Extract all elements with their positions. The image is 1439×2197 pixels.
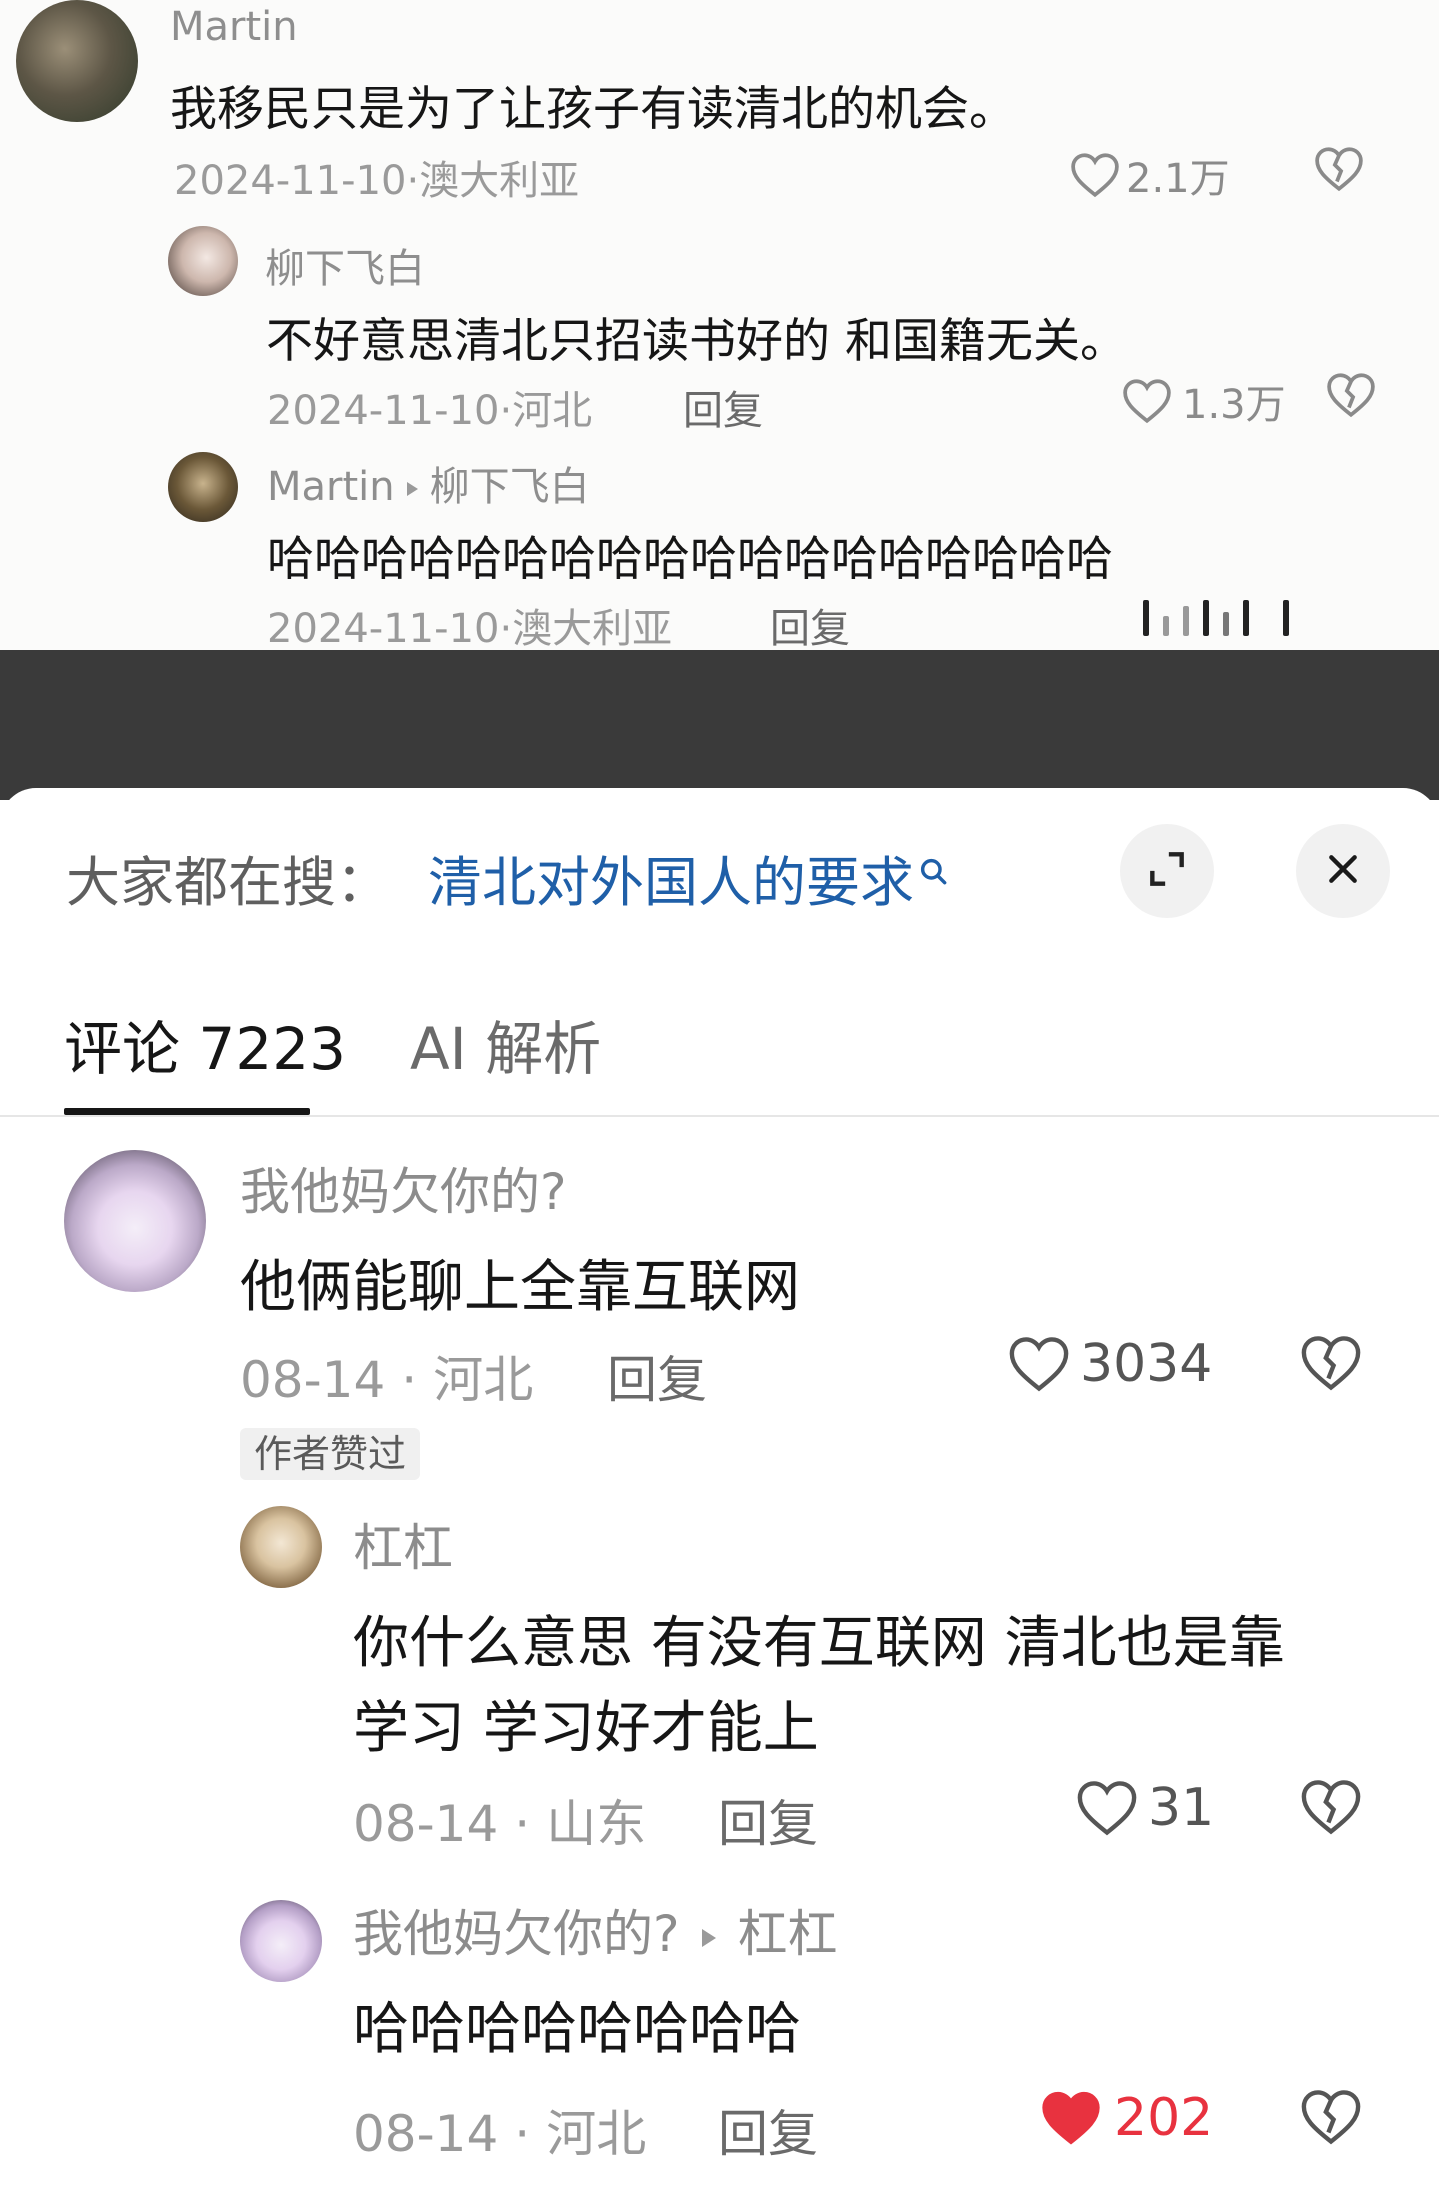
reply-date: 2024-11-10 — [267, 388, 500, 434]
like-count: 31 — [1148, 1778, 1215, 1838]
heart-icon — [1008, 1335, 1070, 1393]
close-icon — [1323, 849, 1363, 893]
reply-username[interactable]: 我他妈欠你的? — [353, 1905, 680, 1963]
avatar[interactable] — [64, 1150, 206, 1292]
reply-location: 山东 — [546, 1795, 647, 1853]
active-tab-indicator — [64, 1108, 310, 1115]
meta-separator: · — [514, 2105, 531, 2163]
reply-button[interactable]: 回复 — [718, 1784, 818, 1856]
comment-text: 我移民只是为了让孩子有读清北的机会。 — [170, 82, 1016, 137]
comment-location: 河北 — [433, 1351, 534, 1409]
like-button[interactable]: 3034 — [1008, 1334, 1212, 1394]
like-button[interactable]: 31 — [1076, 1778, 1214, 1838]
comment-text: 他俩能聊上全靠互联网 — [240, 1255, 800, 1320]
comment-meta: 08-14 · 河北 — [240, 1340, 533, 1412]
reply-username-line: 我他妈欠你的? 杠杠 — [353, 1894, 838, 1966]
comment-date: 2024-11-10 — [174, 158, 407, 204]
reply-arrow-icon — [701, 1928, 716, 1947]
comment-username[interactable]: Martin — [170, 4, 298, 50]
reply-meta: 2024-11-10·澳大利亚 — [267, 596, 672, 650]
reply-username[interactable]: Martin — [267, 464, 395, 510]
dislike-icon[interactable] — [1300, 1778, 1362, 1836]
close-button[interactable] — [1296, 824, 1390, 918]
like-button[interactable]: 202 — [1040, 2088, 1213, 2148]
reply-username[interactable]: 杠杠 — [353, 1508, 453, 1580]
heart-icon — [1076, 1779, 1138, 1837]
reply-location: 澳大利亚 — [512, 606, 673, 650]
reply-location: 河北 — [546, 2105, 647, 2163]
reply-arrow-icon — [406, 482, 418, 496]
meta-separator: · — [499, 388, 513, 434]
reply-button[interactable]: 回复 — [607, 1340, 707, 1412]
embedded-comment-thread: Martin 我移民只是为了让孩子有读清北的机会。 2024-11-10·澳大利… — [0, 0, 1439, 650]
like-count: 3034 — [1080, 1334, 1213, 1394]
meta-separator: · — [401, 1351, 418, 1409]
avatar[interactable] — [16, 0, 138, 122]
like-button[interactable]: 1.3万 — [1122, 372, 1286, 430]
meta-separator: · — [499, 606, 513, 650]
comment-sheet: 大家都在搜： 清北对外国人的要求 评论 7223 AI 解析 我他妈欠你的? 他… — [0, 788, 1439, 2197]
audio-wave-icon — [1143, 600, 1289, 636]
reply-text: 哈哈哈哈哈哈哈哈 — [353, 1997, 801, 2062]
reply-button[interactable]: 回复 — [718, 2094, 818, 2166]
avatar[interactable] — [240, 1900, 322, 1982]
dislike-icon[interactable] — [1300, 1334, 1362, 1392]
search-suggestion-prefix: 大家都在搜： — [66, 851, 390, 914]
reply-button[interactable]: 回复 — [683, 378, 763, 436]
comment-date: 08-14 — [240, 1351, 386, 1409]
overlay-background — [0, 650, 1439, 800]
like-count: 2.1万 — [1126, 156, 1230, 202]
reply-to-username[interactable]: 杠杠 — [738, 1905, 838, 1963]
reply-text: 哈哈哈哈哈哈哈哈哈哈哈哈哈哈哈哈哈哈 — [267, 532, 1113, 587]
meta-separator: · — [514, 1795, 531, 1853]
avatar[interactable] — [168, 452, 238, 522]
reply-meta: 2024-11-10·河北 — [267, 378, 592, 436]
meta-separator: · — [406, 158, 420, 204]
heart-icon — [1040, 2089, 1102, 2147]
comment-username[interactable]: 我他妈欠你的? — [240, 1152, 567, 1224]
comment-location: 澳大利亚 — [419, 158, 580, 204]
dislike-icon[interactable] — [1300, 2088, 1362, 2146]
reply-text: 不好意思清北只招读书好的 和国籍无关。 — [266, 314, 1127, 369]
like-count: 1.3万 — [1182, 382, 1286, 428]
reply-date: 08-14 — [353, 2105, 499, 2163]
reply-date: 2024-11-10 — [267, 606, 500, 650]
author-liked-badge: 作者赞过 — [240, 1428, 421, 1480]
tab-comments[interactable]: 评论 7223 — [64, 1002, 346, 1086]
avatar[interactable] — [240, 1506, 322, 1588]
comment-meta: 2024-11-10·澳大利亚 — [174, 148, 579, 206]
reply-location: 河北 — [512, 388, 593, 434]
expand-icon — [1145, 847, 1189, 895]
dislike-icon[interactable] — [1326, 372, 1376, 418]
reply-username[interactable]: 柳下飞白 — [265, 236, 425, 294]
reply-date: 08-14 — [353, 1795, 499, 1853]
like-button[interactable]: 2.1万 — [1070, 146, 1230, 204]
avatar[interactable] — [168, 226, 238, 296]
like-count: 202 — [1114, 2088, 1214, 2148]
search-suggestion-query: 清北对外国人的要求 — [428, 851, 914, 914]
reply-button[interactable]: 回复 — [770, 596, 850, 650]
reply-text-line1: 你什么意思 有没有互联网 清北也是靠 — [353, 1611, 1285, 1676]
reply-meta: 08-14 · 河北 — [353, 2094, 646, 2166]
reply-meta: 08-14 · 山东 — [353, 1784, 646, 1856]
search-icon — [918, 838, 950, 901]
reply-to-username[interactable]: 柳下飞白 — [430, 464, 590, 510]
heart-icon — [1070, 152, 1120, 198]
divider — [0, 1115, 1439, 1117]
reply-username-line: Martin 柳下飞白 — [267, 454, 590, 512]
reply-text-line2: 学习 学习好才能上 — [353, 1696, 819, 1761]
search-suggestion-link[interactable]: 清北对外国人的要求 — [428, 838, 950, 917]
dislike-icon[interactable] — [1314, 146, 1364, 192]
tab-ai-analysis[interactable]: AI 解析 — [410, 1002, 601, 1086]
expand-button[interactable] — [1120, 824, 1214, 918]
heart-icon — [1122, 378, 1172, 424]
